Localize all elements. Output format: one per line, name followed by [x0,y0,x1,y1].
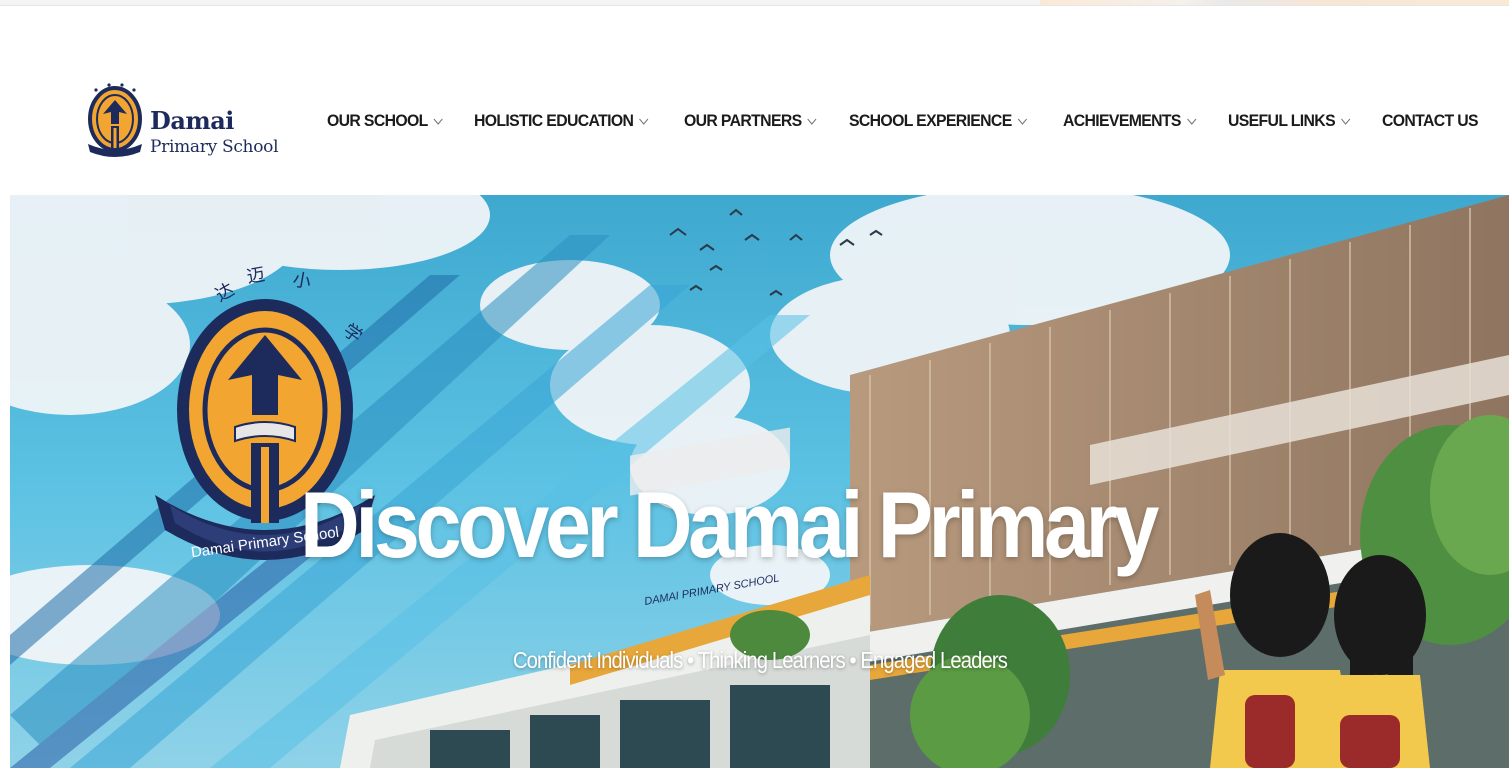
nav-item-label: HOLISTIC EDUCATION [473,111,634,130]
chevron-down-icon [807,118,817,125]
nav-item-label: USEFUL LINKS [1228,111,1336,130]
school-crest-icon [88,83,142,157]
nav-item-contact-us[interactable]: CONTACT US [1381,111,1479,131]
main-nav: OUR SCHOOL HOLISTIC EDUCATION OUR PARTNE… [327,106,1485,136]
svg-text:迈: 迈 [245,264,266,288]
hero-subtitle: Confident Individuals • Thinking Learner… [512,647,1008,673]
nav-item-our-school[interactable]: OUR SCHOOL [327,111,443,131]
nav-item-school-experience[interactable]: SCHOOL EXPERIENCE [849,111,1027,131]
top-strip-highlight [1040,0,1509,5]
nav-item-label: CONTACT US [1381,111,1479,130]
nav-item-achievements[interactable]: ACHIEVEMENTS [1063,111,1197,131]
nav-item-holistic-education[interactable]: HOLISTIC EDUCATION [474,111,649,131]
nav-item-label: OUR SCHOOL [327,111,428,130]
hero-banner: 达 迈 小 学 Damai Primary School DAMAI PRIMAR… [10,195,1509,768]
nav-item-label: SCHOOL EXPERIENCE [849,111,1012,130]
svg-text:小: 小 [291,269,312,293]
chevron-down-icon [1017,118,1027,125]
chevron-down-icon [639,118,649,125]
nav-item-label: OUR PARTNERS [683,111,802,130]
chevron-down-icon [433,118,443,125]
nav-item-useful-links[interactable]: USEFUL LINKS [1228,111,1351,131]
brand-name-line1: Damai [150,106,234,135]
site-header: Damai Primary School OUR SCHOOL HOLISTIC… [0,6,1509,195]
nav-item-our-partners[interactable]: OUR PARTNERS [684,111,817,131]
chevron-down-icon [1341,118,1351,125]
nav-item-label: ACHIEVEMENTS [1062,111,1181,130]
chevron-down-icon [1186,118,1196,125]
site-logo[interactable]: Damai Primary School [84,82,284,166]
hero-title: Discover Damai Primary [300,472,1159,577]
brand-name-line2: Primary School [150,137,279,157]
